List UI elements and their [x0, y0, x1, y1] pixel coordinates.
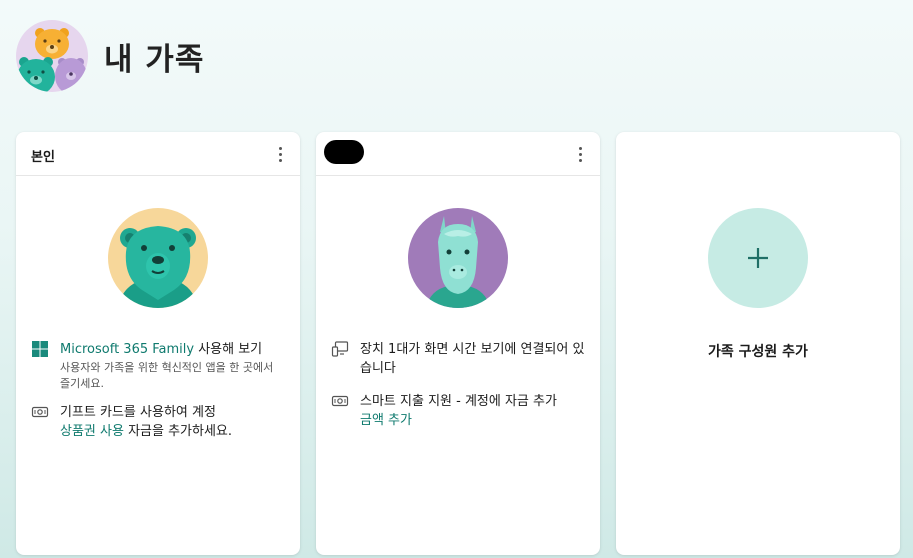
spending-info: 스마트 지출 지원 - 계정에 자금 추가 금액 추가	[331, 392, 586, 430]
spending-text: 스마트 지출 지원 - 계정에 자금 추가	[360, 394, 557, 409]
add-money-link[interactable]: 금액 추가	[360, 413, 412, 428]
gift-card-text-after: 자금을 추가하세요.	[123, 424, 233, 439]
card-header: 본인	[16, 132, 300, 176]
card-header	[316, 132, 600, 176]
member-name: 본인	[31, 150, 55, 165]
member-card-self[interactable]: 본인 Microsoft 365 Family 사용해 보기 사용자와 가족을 …	[16, 132, 300, 555]
llama-avatar[interactable]	[408, 208, 508, 308]
screen-time-info: 장치 1대가 화면 시간 보기에 연결되어 있습니다	[331, 340, 586, 378]
m365-text: 사용해 보기	[194, 342, 263, 357]
screen-time-text: 장치 1대가 화면 시간 보기에 연결되어 있습니다	[360, 342, 585, 376]
gift-card-text: 기프트 카드를 사용하여 계정	[60, 405, 216, 420]
money-icon	[331, 392, 349, 410]
add-member-card[interactable]: 가족 구성원 추가	[616, 132, 900, 555]
devices-icon	[331, 340, 349, 358]
more-dot-icon	[278, 158, 282, 162]
redacted-name	[324, 140, 364, 164]
family-avatar	[16, 20, 88, 92]
more-dot-icon	[278, 152, 282, 156]
page-title: 내 가족	[104, 41, 205, 78]
bear-avatar[interactable]	[108, 208, 208, 308]
m365-promo: Microsoft 365 Family 사용해 보기 사용자와 가족을 위한 …	[31, 340, 286, 392]
gift-card-promo: 기프트 카드를 사용하여 계정 상품권 사용 자금을 추가하세요.	[31, 403, 286, 441]
plus-icon	[748, 248, 768, 268]
more-dot-icon	[578, 158, 582, 162]
money-icon	[31, 403, 49, 421]
m365-link[interactable]: Microsoft 365 Family	[60, 342, 194, 357]
windows-icon	[31, 340, 49, 358]
more-dot-icon	[578, 146, 582, 150]
add-member-label[interactable]: 가족 구성원 추가	[616, 341, 900, 361]
redeem-link[interactable]: 상품권 사용	[60, 424, 124, 439]
more-options-button[interactable]	[570, 143, 590, 165]
page-header: 내 가족	[16, 19, 204, 93]
more-dot-icon	[278, 146, 282, 150]
more-dot-icon	[578, 152, 582, 156]
add-member-button[interactable]	[708, 208, 808, 308]
member-card-other[interactable]: 장치 1대가 화면 시간 보기에 연결되어 있습니다 스마트 지출 지원 - 계…	[316, 132, 600, 555]
more-options-button[interactable]	[270, 143, 290, 165]
m365-subtext: 사용자와 가족을 위한 혁신적인 앱을 한 곳에서 즐기세요.	[60, 361, 274, 390]
